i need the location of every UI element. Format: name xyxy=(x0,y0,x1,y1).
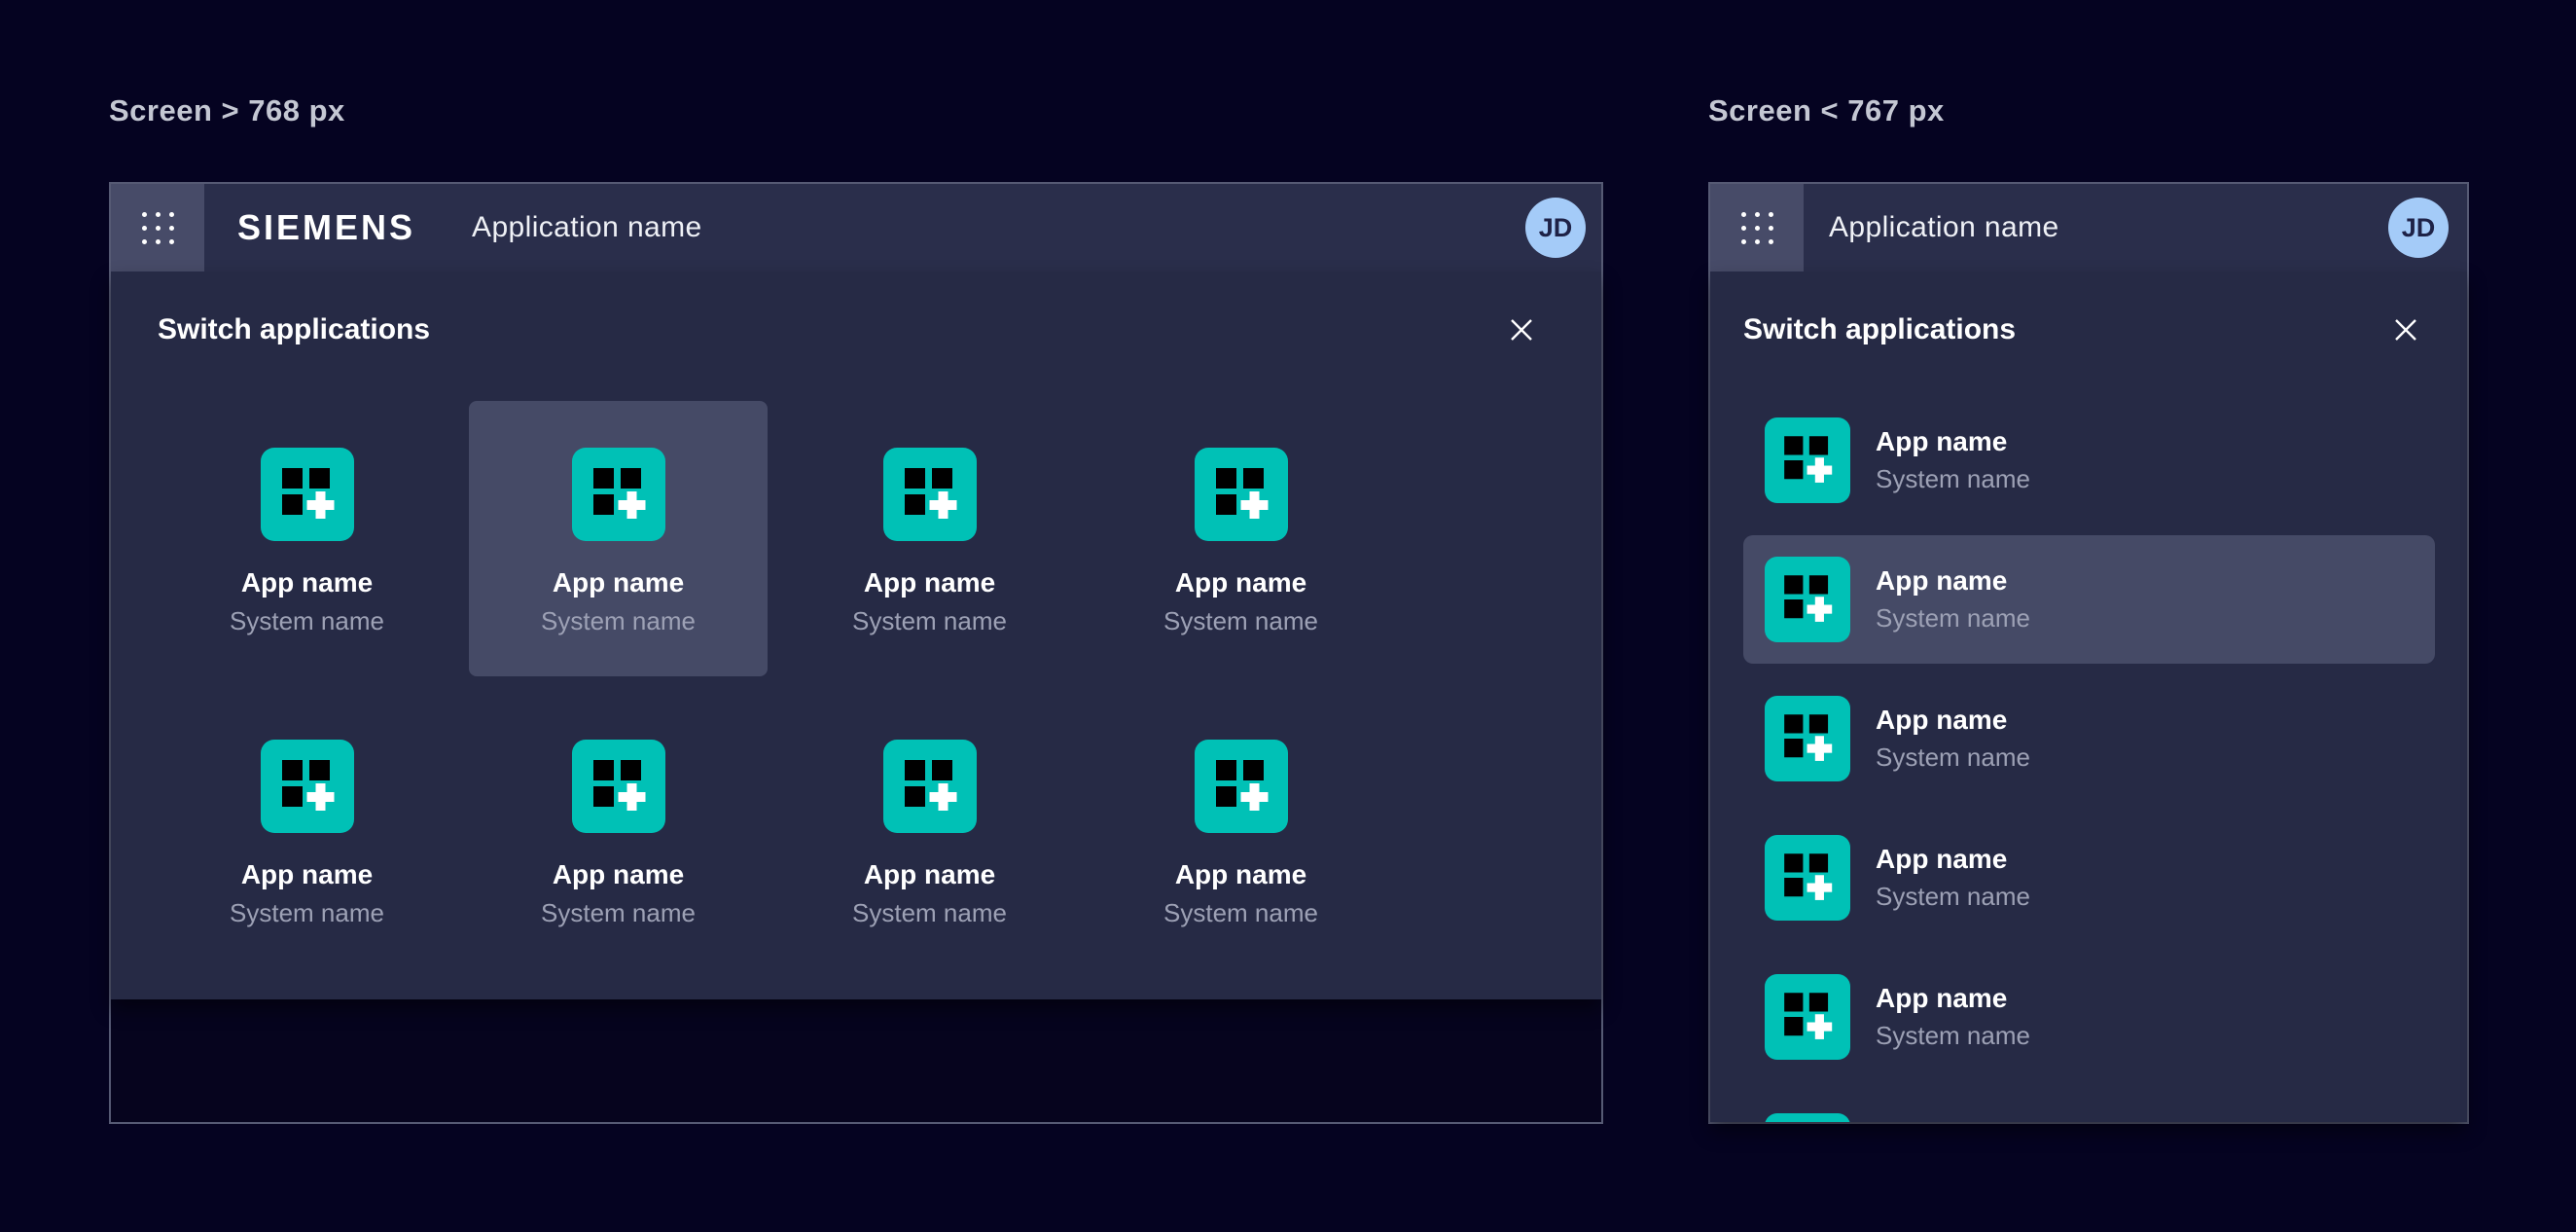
app-list-item[interactable]: App name System name xyxy=(1743,953,2435,1081)
panel-title: Switch applications xyxy=(1743,313,2016,346)
close-button[interactable] xyxy=(1502,310,1541,349)
close-button[interactable] xyxy=(2386,310,2425,349)
app-tile-grid: App name System name App name System nam… xyxy=(158,401,1555,968)
app-text-block: App name System name xyxy=(1876,426,2030,493)
app-list-item[interactable]: App name System name xyxy=(1743,674,2435,803)
mobile-header: Application name JD xyxy=(1710,184,2467,272)
app-squares-plus-icon xyxy=(883,740,977,833)
app-name: App name xyxy=(553,567,684,598)
system-name: System name xyxy=(1163,899,1318,928)
user-avatar[interactable]: JD xyxy=(1525,198,1586,258)
app-name: App name xyxy=(864,567,995,598)
app-tile[interactable]: App name System name xyxy=(1091,693,1390,968)
system-name: System name xyxy=(1876,1022,2030,1051)
app-name: App name xyxy=(241,567,373,598)
app-squares-plus-icon xyxy=(1195,448,1288,541)
app-squares-plus-icon xyxy=(1765,974,1850,1060)
app-name: App name xyxy=(1175,859,1306,890)
application-name-title: Application name xyxy=(1829,211,2059,244)
app-name: App name xyxy=(864,859,995,890)
desktop-app-window: SIEMENS Application name JD Switch appli… xyxy=(109,182,1603,1124)
app-squares-plus-icon xyxy=(1765,557,1850,642)
system-name: System name xyxy=(541,899,696,928)
app-squares-plus-icon xyxy=(883,448,977,541)
panel-header: Switch applications xyxy=(1743,272,2435,349)
app-tile[interactable]: App name System name xyxy=(158,401,456,676)
app-name: App name xyxy=(241,859,373,890)
app-squares-plus-icon xyxy=(1765,835,1850,921)
system-name: System name xyxy=(230,607,384,636)
close-x-icon xyxy=(2393,317,2418,343)
app-name: App name xyxy=(1876,844,2030,875)
desktop-switch-panel: Switch applications App name System name xyxy=(111,272,1601,999)
panel-title: Switch applications xyxy=(158,313,430,346)
app-name: App name xyxy=(1876,426,2030,457)
app-squares-plus-icon xyxy=(261,448,354,541)
app-squares-plus-icon xyxy=(1195,740,1288,833)
app-list-item[interactable]: App name System name xyxy=(1743,814,2435,942)
mobile-app-window: Application name JD Switch applications xyxy=(1708,182,2469,1124)
app-text-block: App name System name xyxy=(1876,705,2030,772)
app-name: App name xyxy=(1876,705,2030,736)
application-name-title: Application name xyxy=(472,211,702,244)
app-tile[interactable]: App name System name xyxy=(469,401,768,676)
grid-dots-icon xyxy=(142,212,174,244)
app-list: App name System name App name System nam… xyxy=(1743,396,2435,1122)
app-tile[interactable]: App name System name xyxy=(1091,401,1390,676)
app-tile[interactable]: App name System name xyxy=(469,693,768,968)
system-name: System name xyxy=(852,607,1007,636)
system-name: System name xyxy=(852,899,1007,928)
user-avatar[interactable]: JD xyxy=(2388,198,2449,258)
system-name: System name xyxy=(1876,604,2030,634)
mobile-switch-panel: Switch applications App name System name xyxy=(1710,272,2467,1122)
app-squares-plus-icon xyxy=(261,740,354,833)
app-name: App name xyxy=(1876,983,2030,1014)
desktop-content-area xyxy=(111,999,1601,1122)
app-name: App name xyxy=(1175,567,1306,598)
app-launcher-button[interactable] xyxy=(1710,184,1804,272)
app-squares-plus-icon xyxy=(1765,417,1850,503)
app-list-item[interactable]: App name System name xyxy=(1743,535,2435,664)
app-tile[interactable]: App name System name xyxy=(780,401,1079,676)
app-squares-plus-icon xyxy=(1765,696,1850,781)
app-text-block: App name System name xyxy=(1876,844,2030,911)
siemens-logo: SIEMENS xyxy=(237,207,415,248)
app-list-item[interactable]: App name System name xyxy=(1743,396,2435,525)
system-name: System name xyxy=(1876,465,2030,494)
app-launcher-button[interactable] xyxy=(111,184,204,272)
panel-header: Switch applications xyxy=(158,272,1555,349)
close-x-icon xyxy=(1509,317,1534,343)
app-squares-plus-icon xyxy=(572,740,665,833)
system-name: System name xyxy=(1163,607,1318,636)
system-name: System name xyxy=(1876,883,2030,912)
app-squares-plus-icon xyxy=(1765,1113,1850,1122)
system-name: System name xyxy=(1876,743,2030,773)
app-name: App name xyxy=(1876,565,2030,597)
app-text-block: App name System name xyxy=(1876,983,2030,1050)
app-squares-plus-icon xyxy=(572,448,665,541)
design-canvas: Screen > 768 px Screen < 767 px SIEMENS … xyxy=(0,0,2576,1232)
system-name: System name xyxy=(541,607,696,636)
app-text-block: App name System name xyxy=(1876,565,2030,633)
grid-dots-icon xyxy=(1741,212,1773,244)
app-list-item[interactable]: App name System name xyxy=(1743,1092,2435,1122)
app-tile[interactable]: App name System name xyxy=(158,693,456,968)
system-name: System name xyxy=(230,899,384,928)
app-name: App name xyxy=(553,859,684,890)
app-tile[interactable]: App name System name xyxy=(780,693,1079,968)
mobile-breakpoint-label: Screen < 767 px xyxy=(1708,93,1945,128)
desktop-header: SIEMENS Application name JD xyxy=(111,184,1601,272)
desktop-breakpoint-label: Screen > 768 px xyxy=(109,93,345,128)
